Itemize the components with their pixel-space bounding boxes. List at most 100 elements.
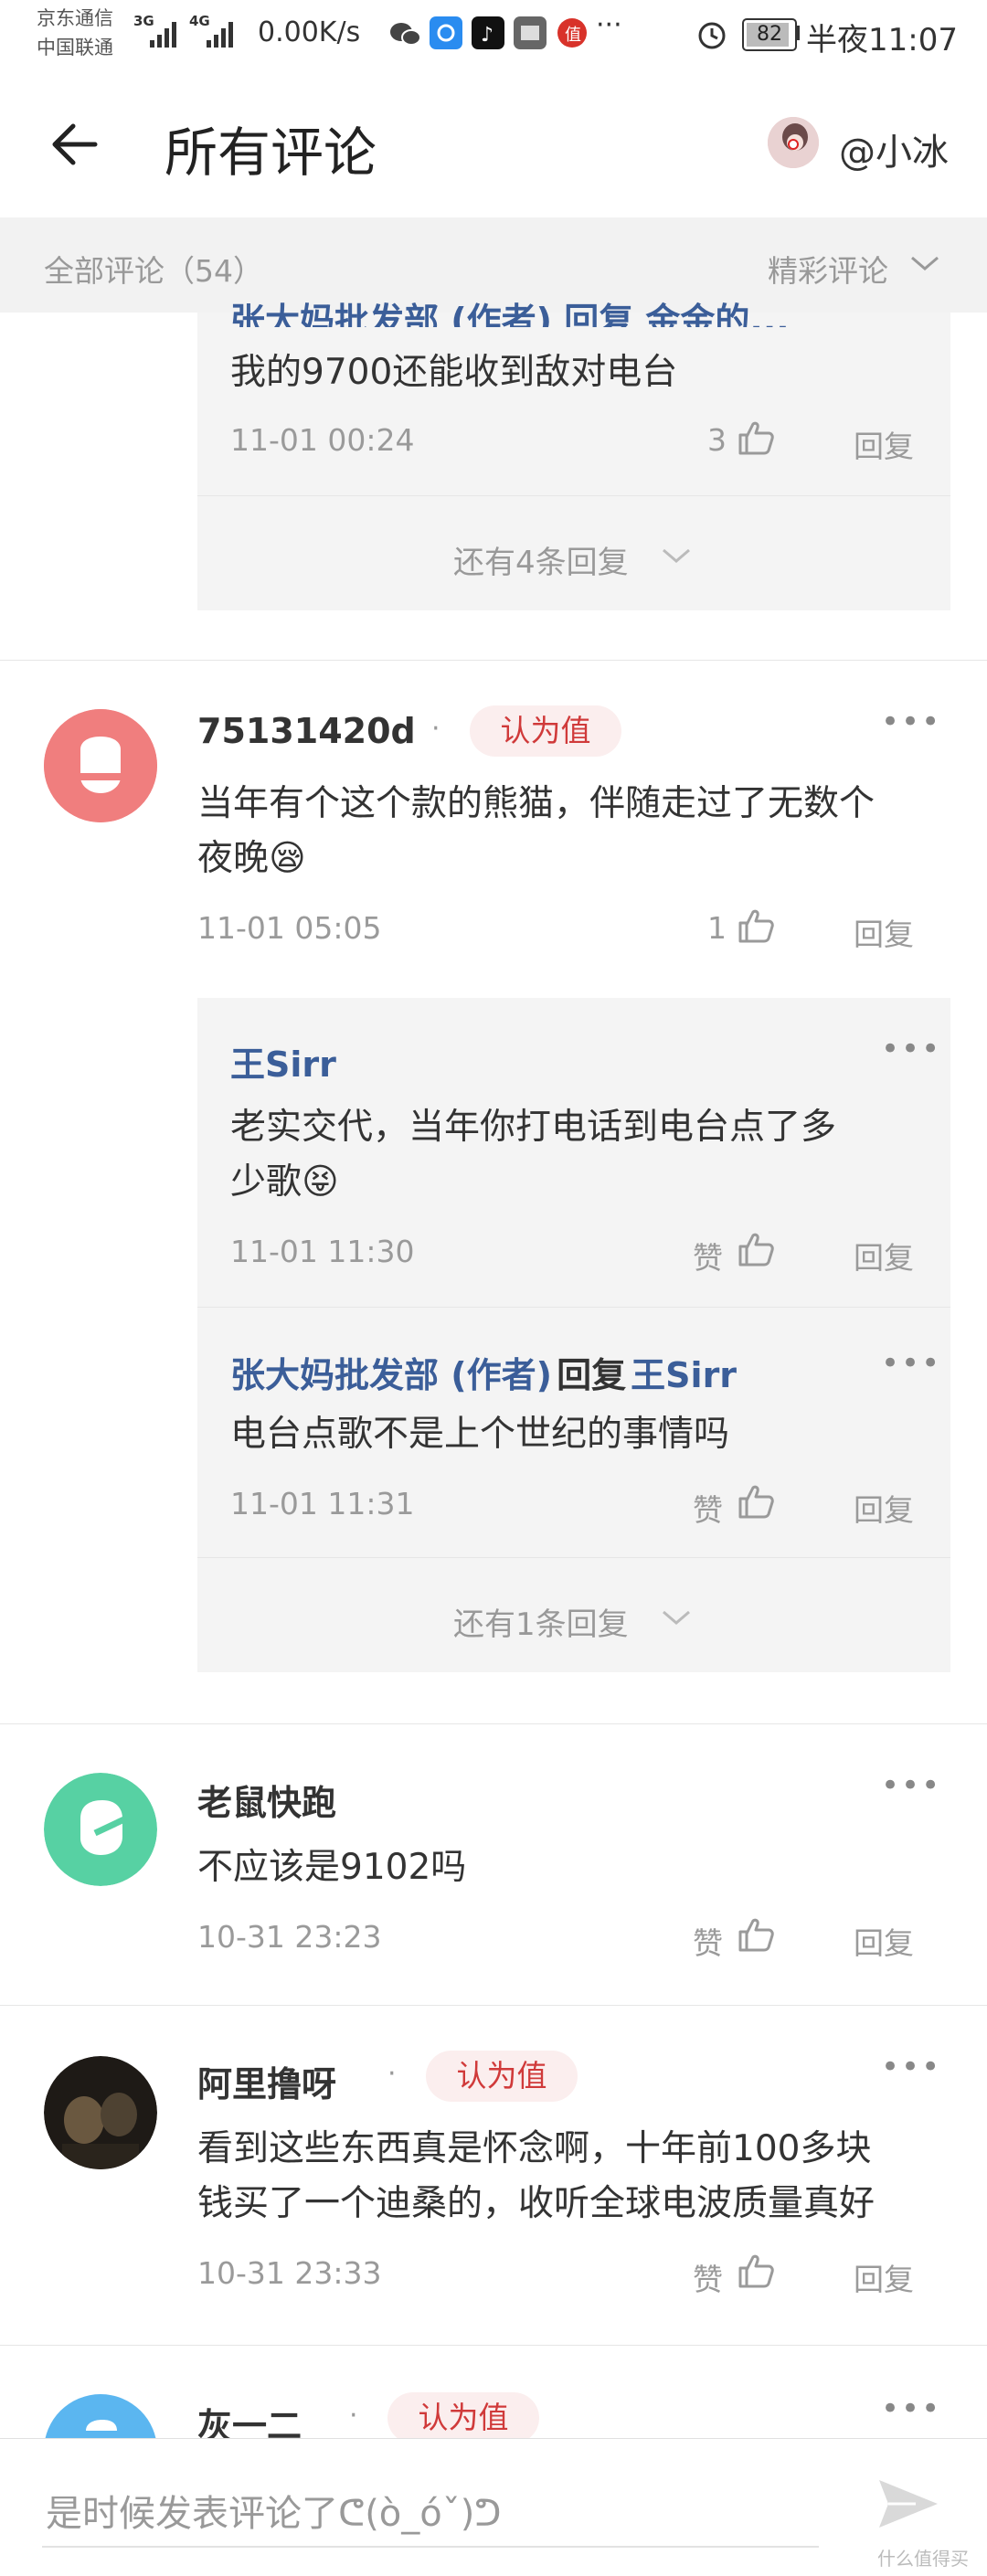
status-bar: 京东通信 中国联通 3G 4G 0.00K/s ♪ 值 ··· 82 半夜11:… <box>0 0 987 69</box>
comment-time: 10-31 23:23 <box>197 1919 382 1955</box>
watermark: 什么值得买 <box>877 2548 969 2570</box>
reply-time: 11-01 00:24 <box>230 422 415 458</box>
send-icon[interactable] <box>876 2475 941 2533</box>
reply-button[interactable]: 回复 <box>854 1234 914 1277</box>
separator-dot: · <box>431 713 440 745</box>
worth-badge: 认为值 <box>426 2051 578 2102</box>
app-icon-blue <box>430 16 462 49</box>
tab-featured-comments[interactable]: 精彩评论 <box>768 247 888 291</box>
comment-divider <box>0 1723 987 1724</box>
comment-text-line1: 当年有个这个款的熊猫，伴随走过了无数个 <box>197 783 876 824</box>
reply-target-username[interactable]: 王Sirr <box>631 1355 737 1395</box>
like-label[interactable]: 赞 <box>693 1486 723 1530</box>
wechat-icon <box>390 23 421 46</box>
signal-icon-2 <box>207 22 233 48</box>
separator-dot: · <box>349 2400 358 2432</box>
back-arrow-icon[interactable] <box>49 119 101 170</box>
avatar[interactable] <box>44 2056 157 2169</box>
battery-tip <box>795 26 800 40</box>
reply-header: 张大妈批发部 (作者) 回复 王Sirr <box>230 1347 737 1397</box>
app-icon-red: 值 <box>557 18 587 48</box>
reply-button[interactable]: 回复 <box>854 2255 914 2299</box>
like-label[interactable]: 赞 <box>693 1234 723 1277</box>
comment-time: 11-01 05:05 <box>197 910 382 946</box>
input-underline <box>42 2546 819 2548</box>
reply-to-label: 回复 <box>557 1355 627 1395</box>
avatar[interactable] <box>44 2394 157 2438</box>
carrier-1: 京东通信 <box>37 7 113 29</box>
reply-username[interactable]: 张大妈批发部 (作者) <box>230 1355 552 1395</box>
reply-text: 电台点歌不是上个世纪的事情吗 <box>230 1414 730 1455</box>
divider <box>197 1557 950 1558</box>
chevron-down-icon[interactable] <box>660 1606 693 1628</box>
thumbs-up-icon[interactable] <box>737 906 775 945</box>
reply-button[interactable]: 回复 <box>854 1486 914 1530</box>
svg-text:值: 值 <box>565 26 581 45</box>
user-avatar[interactable] <box>768 117 819 168</box>
comment-text-line2: 钱买了一个迪桑的，收听全球电波质量真好 <box>197 2183 876 2224</box>
comment-divider <box>0 660 987 661</box>
worth-badge: 认为值 <box>470 705 621 757</box>
app-icon-gray <box>514 16 547 49</box>
battery-icon: 82 <box>742 18 797 51</box>
comment-input[interactable]: 是时候发表评论了ᕦ(ò_óˇ)ᕤ <box>46 2484 502 2537</box>
more-options-icon[interactable]: ••• <box>881 1767 941 1804</box>
thumbs-up-icon[interactable] <box>737 1915 775 1954</box>
like-count: 1 <box>707 910 727 946</box>
divider <box>197 1307 950 1308</box>
reply-header-partial: 张大妈批发部 (作者) 回复 金金的... <box>230 301 790 327</box>
more-options-icon[interactable]: ••• <box>881 704 941 740</box>
like-label[interactable]: 赞 <box>693 2255 723 2299</box>
clock: 半夜11:07 <box>806 22 958 58</box>
more-options-icon[interactable]: ••• <box>881 2049 941 2085</box>
reply-text-line1: 老实交代，当年你打电话到电台点了多 <box>230 1107 837 1148</box>
reply-button[interactable]: 回复 <box>854 1919 914 1963</box>
tiktok-icon: ♪ <box>472 16 504 49</box>
comment-divider <box>0 2005 987 2006</box>
separator-dot: · <box>387 2058 397 2090</box>
more-options-icon[interactable]: ••• <box>881 2390 941 2427</box>
page-title: 所有评论 <box>164 122 377 184</box>
worth-badge: 认为值 <box>387 2392 539 2443</box>
reply-username[interactable]: 王Sirr <box>230 1036 336 1087</box>
thumbs-up-icon[interactable] <box>737 1230 775 1268</box>
reply-button[interactable]: 回复 <box>854 910 914 954</box>
like-count: 3 <box>707 422 727 458</box>
tab-all-comments[interactable]: 全部评论（54） <box>44 247 263 291</box>
more-notifications-icon: ··· <box>596 9 622 41</box>
comment-time: 10-31 23:33 <box>197 2255 382 2291</box>
chevron-down-icon[interactable] <box>908 252 941 274</box>
more-options-icon[interactable]: ••• <box>881 1345 941 1382</box>
battery-level: 82 <box>757 23 782 46</box>
signal-icon <box>150 22 176 48</box>
avatar[interactable] <box>44 709 157 822</box>
comment-text: 不应该是9102吗 <box>197 1847 467 1888</box>
carrier-2: 中国联通 <box>37 37 113 58</box>
reply-button[interactable]: 回复 <box>854 422 914 466</box>
thumbs-up-icon[interactable] <box>737 419 775 457</box>
reply-text-line2: 少歌😝 <box>230 1161 339 1203</box>
avatar[interactable] <box>44 1773 157 1886</box>
comment-divider <box>0 2345 987 2346</box>
comment-username[interactable]: 阿里撸呀 <box>197 2056 336 2106</box>
more-replies-link[interactable]: 还有4条回复 <box>453 537 629 582</box>
chevron-down-icon[interactable] <box>660 545 693 567</box>
more-options-icon[interactable]: ••• <box>881 1031 941 1067</box>
user-name[interactable]: @小冰 <box>839 122 949 175</box>
reply-block <box>197 998 950 1672</box>
more-replies-link[interactable]: 还有1条回复 <box>453 1599 629 1644</box>
thumbs-up-icon[interactable] <box>737 2252 775 2290</box>
comment-text-line2: 夜晚😪 <box>197 838 306 879</box>
reply-time: 11-01 11:31 <box>230 1486 415 1521</box>
net-speed: 0.00K/s <box>258 16 361 48</box>
svg-text:♪: ♪ <box>481 24 494 47</box>
comment-text-line1: 看到这些东西真是怀念啊，十年前100多块 <box>197 2128 872 2169</box>
comment-username[interactable]: 老鼠快跑 <box>197 1775 336 1825</box>
comment-username[interactable]: 75131420d <box>197 711 416 751</box>
thumbs-up-icon[interactable] <box>737 1482 775 1521</box>
alarm-icon <box>698 22 726 49</box>
divider <box>197 495 950 496</box>
reply-time: 11-01 11:30 <box>230 1234 415 1269</box>
like-label[interactable]: 赞 <box>693 1919 723 1963</box>
reply-text: 我的9700还能收到敌对电台 <box>230 352 678 393</box>
